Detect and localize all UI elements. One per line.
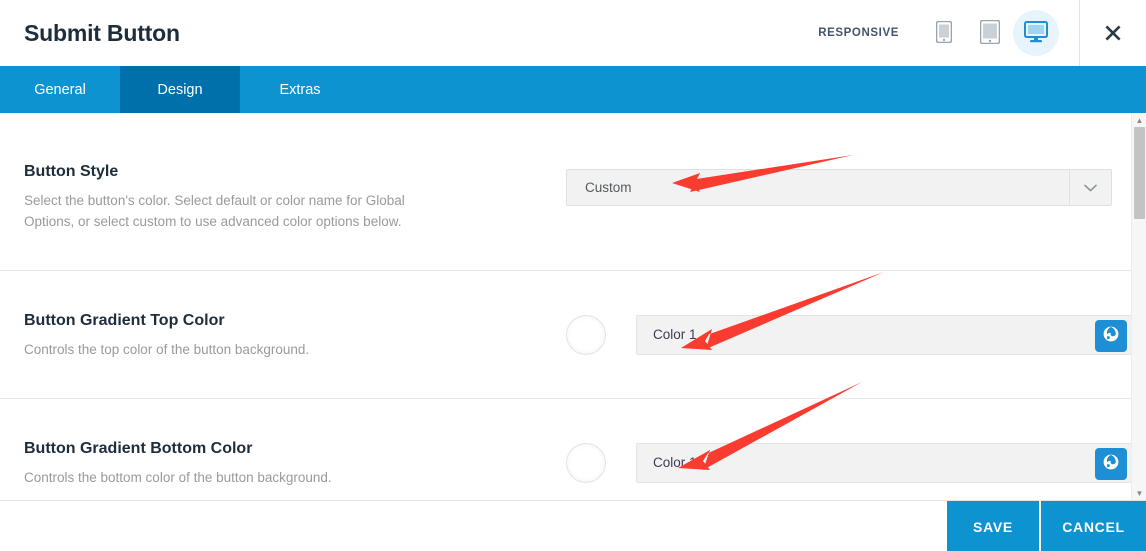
gradient-top-color-field[interactable]: Color 1 [636,314,1132,355]
chevron-down-icon [1069,170,1111,205]
desktop-icon [1024,20,1048,46]
setting-control: Custom [566,161,1131,206]
responsive-label: RESPONSIVE [818,27,899,39]
gradient-bottom-color-value: Color 1 [653,455,697,470]
page-title: Submit Button [24,19,180,46]
setting-description: Controls the top color of the button bac… [24,341,310,357]
device-tablet-button[interactable] [967,10,1013,56]
button-style-select-value: Custom [585,180,632,195]
settings-modal: Submit Button RESPONSIVE General Design … [0,0,1146,551]
header-controls: RESPONSIVE [818,0,1146,66]
tab-bar: General Design Extras [0,66,1146,113]
modal-header: Submit Button RESPONSIVE [0,0,1146,66]
device-phone-button[interactable] [921,10,967,56]
gradient-top-color-picker-button[interactable] [1095,319,1127,352]
phone-icon [935,20,953,46]
tab-extras[interactable]: Extras [240,66,360,113]
setting-title: Button Gradient Top Color [24,311,225,329]
setting-label-group: Button Gradient Bottom Color Controls th… [24,438,566,488]
settings-scroll-area: Button Style Select the button's color. … [0,113,1146,500]
setting-row-gradient-bottom-color: Button Gradient Bottom Color Controls th… [0,399,1132,500]
scroll-up-arrow-icon[interactable]: ▲ [1132,113,1146,127]
close-icon [1104,24,1122,42]
setting-title: Button Gradient Bottom Color [24,439,253,457]
setting-label-group: Button Style Select the button's color. … [24,161,566,232]
save-button[interactable]: SAVE [947,501,1039,551]
gradient-bottom-color-control: Color 1 [566,442,1132,483]
setting-control: Color 1 [566,442,1132,483]
button-style-select-wrap: Custom [566,169,1112,206]
gradient-bottom-color-field[interactable]: Color 1 [636,442,1132,483]
setting-label-group: Button Gradient Top Color Controls the t… [24,310,566,360]
tab-general[interactable]: General [0,66,120,113]
gradient-bottom-color-swatch[interactable] [566,442,606,483]
tab-design[interactable]: Design [120,66,240,113]
gradient-top-color-value: Color 1 [653,327,697,342]
setting-description: Select the button's color. Select defaul… [24,193,405,229]
close-button[interactable] [1080,0,1146,66]
cancel-button[interactable]: CANCEL [1041,501,1146,551]
gradient-bottom-color-picker-button[interactable] [1095,447,1127,480]
setting-description: Controls the bottom color of the button … [24,469,332,485]
globe-icon [1102,325,1120,346]
scroll-down-arrow-icon[interactable]: ▼ [1132,486,1146,500]
tablet-icon [979,19,1001,47]
setting-row-button-style: Button Style Select the button's color. … [0,113,1131,271]
setting-row-gradient-top-color: Button Gradient Top Color Controls the t… [0,271,1132,399]
setting-control: Color 1 [566,314,1132,355]
setting-title: Button Style [24,163,119,180]
gradient-top-color-control: Color 1 [566,314,1132,355]
gradient-top-color-swatch[interactable] [566,314,606,355]
modal-footer: SAVE CANCEL [0,500,1146,551]
scrollbar-thumb[interactable] [1134,127,1145,219]
button-style-select[interactable]: Custom [566,169,1112,206]
globe-icon [1102,453,1120,474]
vertical-scrollbar[interactable]: ▲ ▼ [1131,113,1146,500]
device-desktop-button[interactable] [1013,10,1059,56]
settings-list: Button Style Select the button's color. … [0,113,1132,500]
